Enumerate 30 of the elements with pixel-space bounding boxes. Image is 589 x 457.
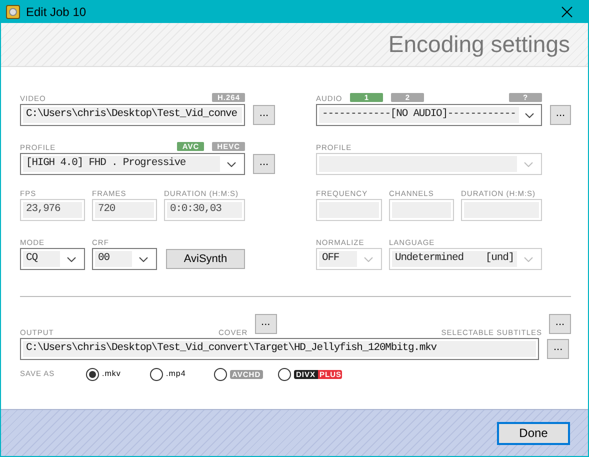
- text-field[interactable]: C:\Users\chris\Desktop\Test_Vid_convert\Target\HD_Jellyfish_120Mbitg.mkv: [20, 338, 540, 360]
- browse-button[interactable]: ...: [254, 314, 277, 334]
- radio-button[interactable]: [150, 368, 163, 380]
- option-label: .mkv: [102, 368, 121, 380]
- dropdown[interactable]: CQ: [20, 248, 85, 270]
- chevron-down-icon[interactable]: [66, 256, 76, 262]
- app-icon: [6, 5, 20, 19]
- browse-button[interactable]: ...: [253, 154, 275, 174]
- avisynth-button[interactable]: AviSynth: [166, 249, 245, 269]
- done-button[interactable]: Done: [497, 422, 570, 444]
- browse-button[interactable]: ...: [550, 105, 571, 125]
- dropdown[interactable]: OFF: [316, 248, 382, 270]
- chevron-down-icon[interactable]: [525, 112, 534, 118]
- radio-button[interactable]: [278, 368, 291, 380]
- chevron-down-icon[interactable]: [226, 162, 236, 166]
- browse-button[interactable]: ...: [549, 314, 571, 334]
- header-title: Encoding settings: [388, 30, 570, 60]
- dropdown[interactable]: ------------[NO AUDIO]------------: [316, 104, 542, 126]
- text-field[interactable]: C:\Users\chris\Desktop\Test_Vid_conve: [20, 104, 245, 126]
- chevron-down-icon[interactable]: [138, 256, 148, 262]
- window-title: Edit Job 10: [26, 4, 86, 21]
- option-label: .mp4: [166, 368, 186, 380]
- dropdown[interactable]: [HIGH 4.0] FHD . Progressive: [20, 153, 245, 175]
- browse-button[interactable]: ...: [253, 105, 275, 125]
- close-icon[interactable]: [561, 6, 573, 18]
- dropdown[interactable]: Undetermined [und]: [389, 248, 542, 270]
- dropdown[interactable]: 00: [92, 248, 157, 270]
- radio-button[interactable]: [86, 368, 99, 380]
- radio-button[interactable]: [214, 368, 227, 380]
- browse-button[interactable]: ...: [547, 339, 569, 359]
